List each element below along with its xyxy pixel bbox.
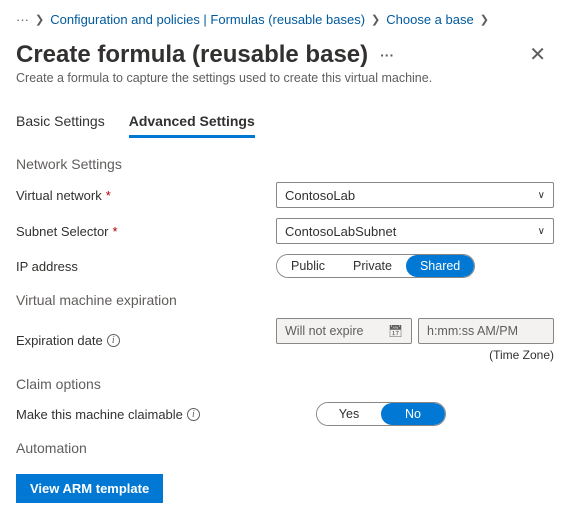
required-indicator: *: [113, 224, 118, 239]
chevron-right-icon: ❯: [480, 13, 489, 26]
required-indicator: *: [106, 188, 111, 203]
chevron-right-icon: ❯: [35, 13, 44, 26]
chevron-down-icon: ∨: [538, 226, 545, 237]
info-icon[interactable]: i: [107, 334, 120, 347]
subnet-label-text: Subnet Selector: [16, 224, 109, 239]
section-claim: Claim options: [16, 376, 554, 392]
expiration-date-label-text: Expiration date: [16, 333, 103, 348]
section-expiration: Virtual machine expiration: [16, 292, 554, 308]
calendar-icon: 📅︎: [388, 324, 403, 338]
tab-advanced-settings[interactable]: Advanced Settings: [129, 107, 255, 138]
ip-address-toggle: Public Private Shared: [276, 254, 475, 278]
timezone-link[interactable]: (Time Zone): [276, 348, 554, 362]
breadcrumb: ··· ❯ Configuration and policies | Formu…: [16, 12, 554, 27]
breadcrumb-overflow[interactable]: ···: [16, 12, 29, 27]
section-automation: Automation: [16, 440, 554, 456]
tab-basic-settings[interactable]: Basic Settings: [16, 107, 105, 138]
vnet-label-text: Virtual network: [16, 188, 102, 203]
expiration-date-value: Will not expire: [285, 324, 364, 338]
page-title: Create formula (reusable base): [16, 41, 368, 69]
claimable-label-text: Make this machine claimable: [16, 407, 183, 422]
subnet-label: Subnet Selector *: [16, 224, 276, 239]
expiration-time-placeholder: h:mm:ss AM/PM: [427, 324, 518, 338]
expiration-date-input[interactable]: Will not expire 📅︎: [276, 318, 412, 344]
page-title-row: Create formula (reusable base) ···: [16, 41, 394, 69]
chevron-down-icon: ∨: [538, 190, 545, 201]
view-arm-template-button[interactable]: View ARM template: [16, 474, 163, 503]
ip-label: IP address: [16, 259, 276, 274]
vnet-select-value: ContosoLab: [285, 188, 355, 203]
info-icon[interactable]: i: [187, 408, 200, 421]
vnet-label: Virtual network *: [16, 188, 276, 203]
tabs: Basic Settings Advanced Settings: [16, 107, 554, 138]
section-network: Network Settings: [16, 156, 554, 172]
breadcrumb-item-config[interactable]: Configuration and policies | Formulas (r…: [50, 12, 365, 27]
more-actions-button[interactable]: ···: [380, 47, 394, 63]
claimable-no[interactable]: No: [381, 403, 445, 425]
ip-option-private[interactable]: Private: [339, 255, 406, 277]
subnet-select-value: ContosoLabSubnet: [285, 224, 396, 239]
claimable-yes[interactable]: Yes: [317, 403, 381, 425]
breadcrumb-item-choose-base[interactable]: Choose a base: [386, 12, 473, 27]
ip-option-shared[interactable]: Shared: [406, 255, 474, 277]
chevron-right-icon: ❯: [371, 13, 380, 26]
expiration-date-label: Expiration date i: [16, 333, 276, 348]
vnet-select[interactable]: ContosoLab ∨: [276, 182, 554, 208]
expiration-time-input[interactable]: h:mm:ss AM/PM: [418, 318, 554, 344]
subnet-select[interactable]: ContosoLabSubnet ∨: [276, 218, 554, 244]
ip-option-public[interactable]: Public: [277, 255, 339, 277]
close-button[interactable]: ✕: [521, 38, 554, 71]
claimable-label: Make this machine claimable i: [16, 407, 276, 422]
claimable-toggle: Yes No: [316, 402, 446, 426]
page-subtitle: Create a formula to capture the settings…: [16, 71, 554, 85]
